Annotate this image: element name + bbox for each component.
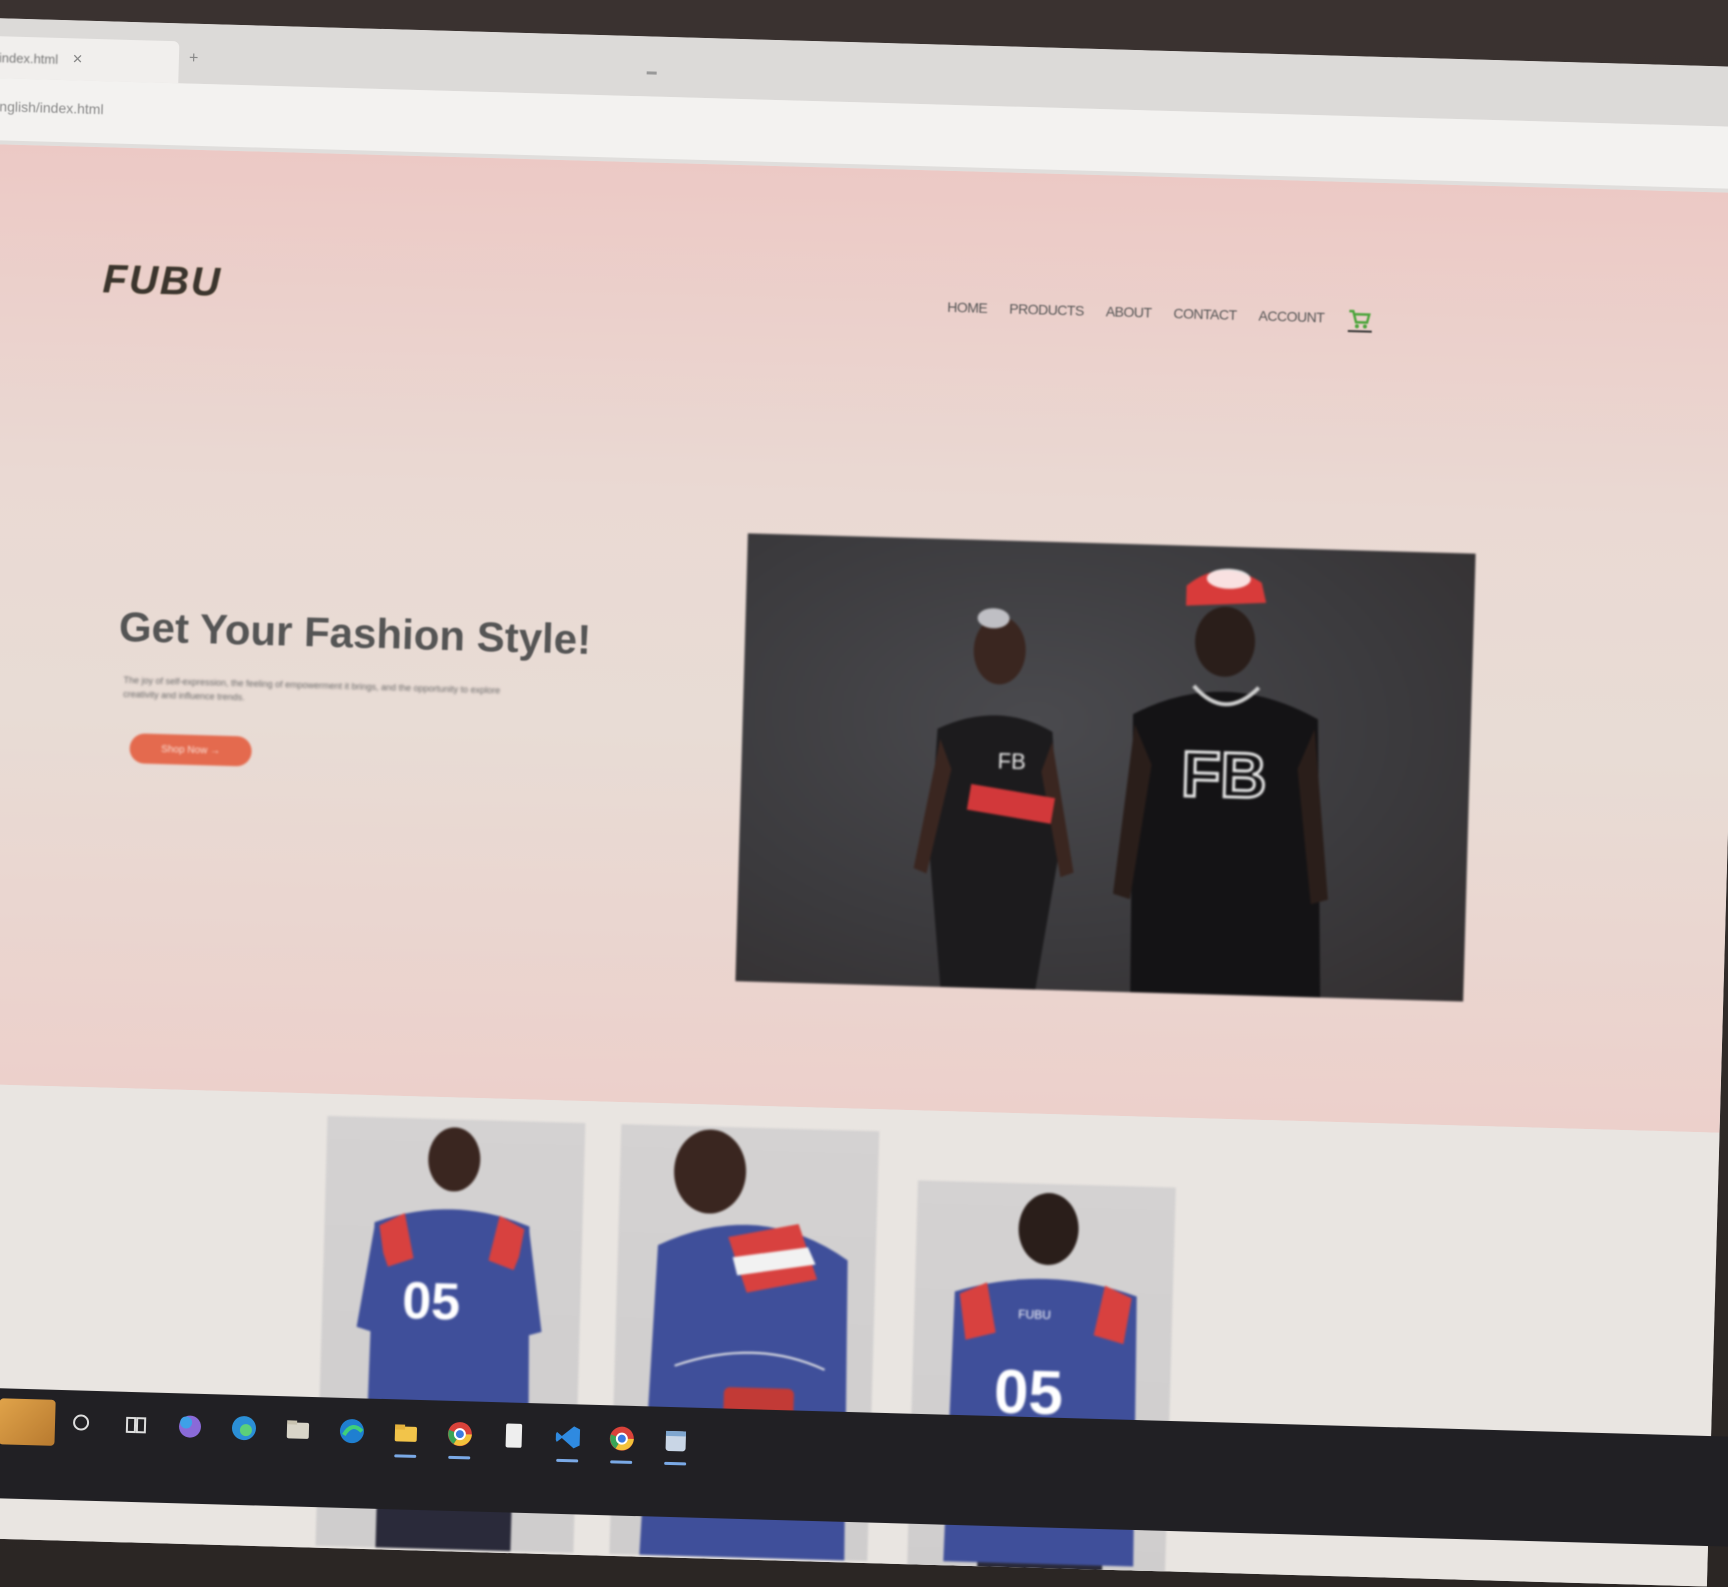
shopping-cart-icon[interactable] [1346, 306, 1373, 333]
document-icon[interactable] [494, 1416, 533, 1455]
svg-text:FB: FB [997, 748, 1026, 774]
hero-image: FB FB [735, 533, 1476, 1002]
main-nav: HOME PRODUCTS ABOUT CONTACT ACCOUNT [947, 295, 1373, 333]
task-view-icon[interactable] [116, 1406, 155, 1445]
jersey-back-lettering: FUBU [1018, 1307, 1051, 1322]
url-field[interactable]: english/index.html [0, 98, 104, 117]
chrome-icon[interactable] [440, 1415, 479, 1460]
nav-home[interactable]: HOME [947, 299, 987, 316]
notepad-icon[interactable] [656, 1421, 695, 1466]
folder-icon[interactable] [386, 1413, 425, 1458]
nav-about[interactable]: ABOUT [1106, 303, 1152, 320]
shop-now-button[interactable]: Shop Now → [129, 733, 253, 767]
hero-description: The joy of self-expression, the feeling … [123, 674, 501, 703]
search-icon[interactable] [63, 1404, 102, 1443]
browser-tab[interactable]: index.html ✕ [0, 35, 180, 84]
hero-title: Get Your Fashion Style! [118, 602, 592, 664]
site-logo[interactable]: FUBU [102, 257, 222, 305]
nav-contact[interactable]: CONTACT [1173, 305, 1237, 323]
nav-account[interactable]: ACCOUNT [1258, 308, 1324, 326]
copilot-icon[interactable] [170, 1407, 209, 1446]
svg-text:FB: FB [1180, 738, 1267, 812]
tab-title: index.html [0, 49, 59, 67]
edge-icon[interactable] [332, 1412, 371, 1451]
jersey-number: 05 [402, 1272, 461, 1332]
browser-window: index.html ✕ + ▬ english/index.html FUBU… [0, 18, 1728, 1587]
edge-icon[interactable] [224, 1409, 263, 1448]
weather-widget-icon[interactable] [0, 1398, 56, 1446]
tab-close-icon[interactable]: ✕ [72, 51, 83, 67]
new-tab-button[interactable]: + [189, 50, 199, 68]
tab-search-chevron-icon[interactable]: ▬ [647, 66, 657, 77]
file-explorer-icon[interactable] [278, 1410, 317, 1449]
hero-section: FUBU HOME PRODUCTS ABOUT CONTACT ACCOUNT… [0, 143, 1728, 1133]
nav-products[interactable]: PRODUCTS [1009, 301, 1084, 319]
vscode-icon[interactable] [548, 1418, 587, 1463]
chrome-icon[interactable] [602, 1419, 641, 1464]
